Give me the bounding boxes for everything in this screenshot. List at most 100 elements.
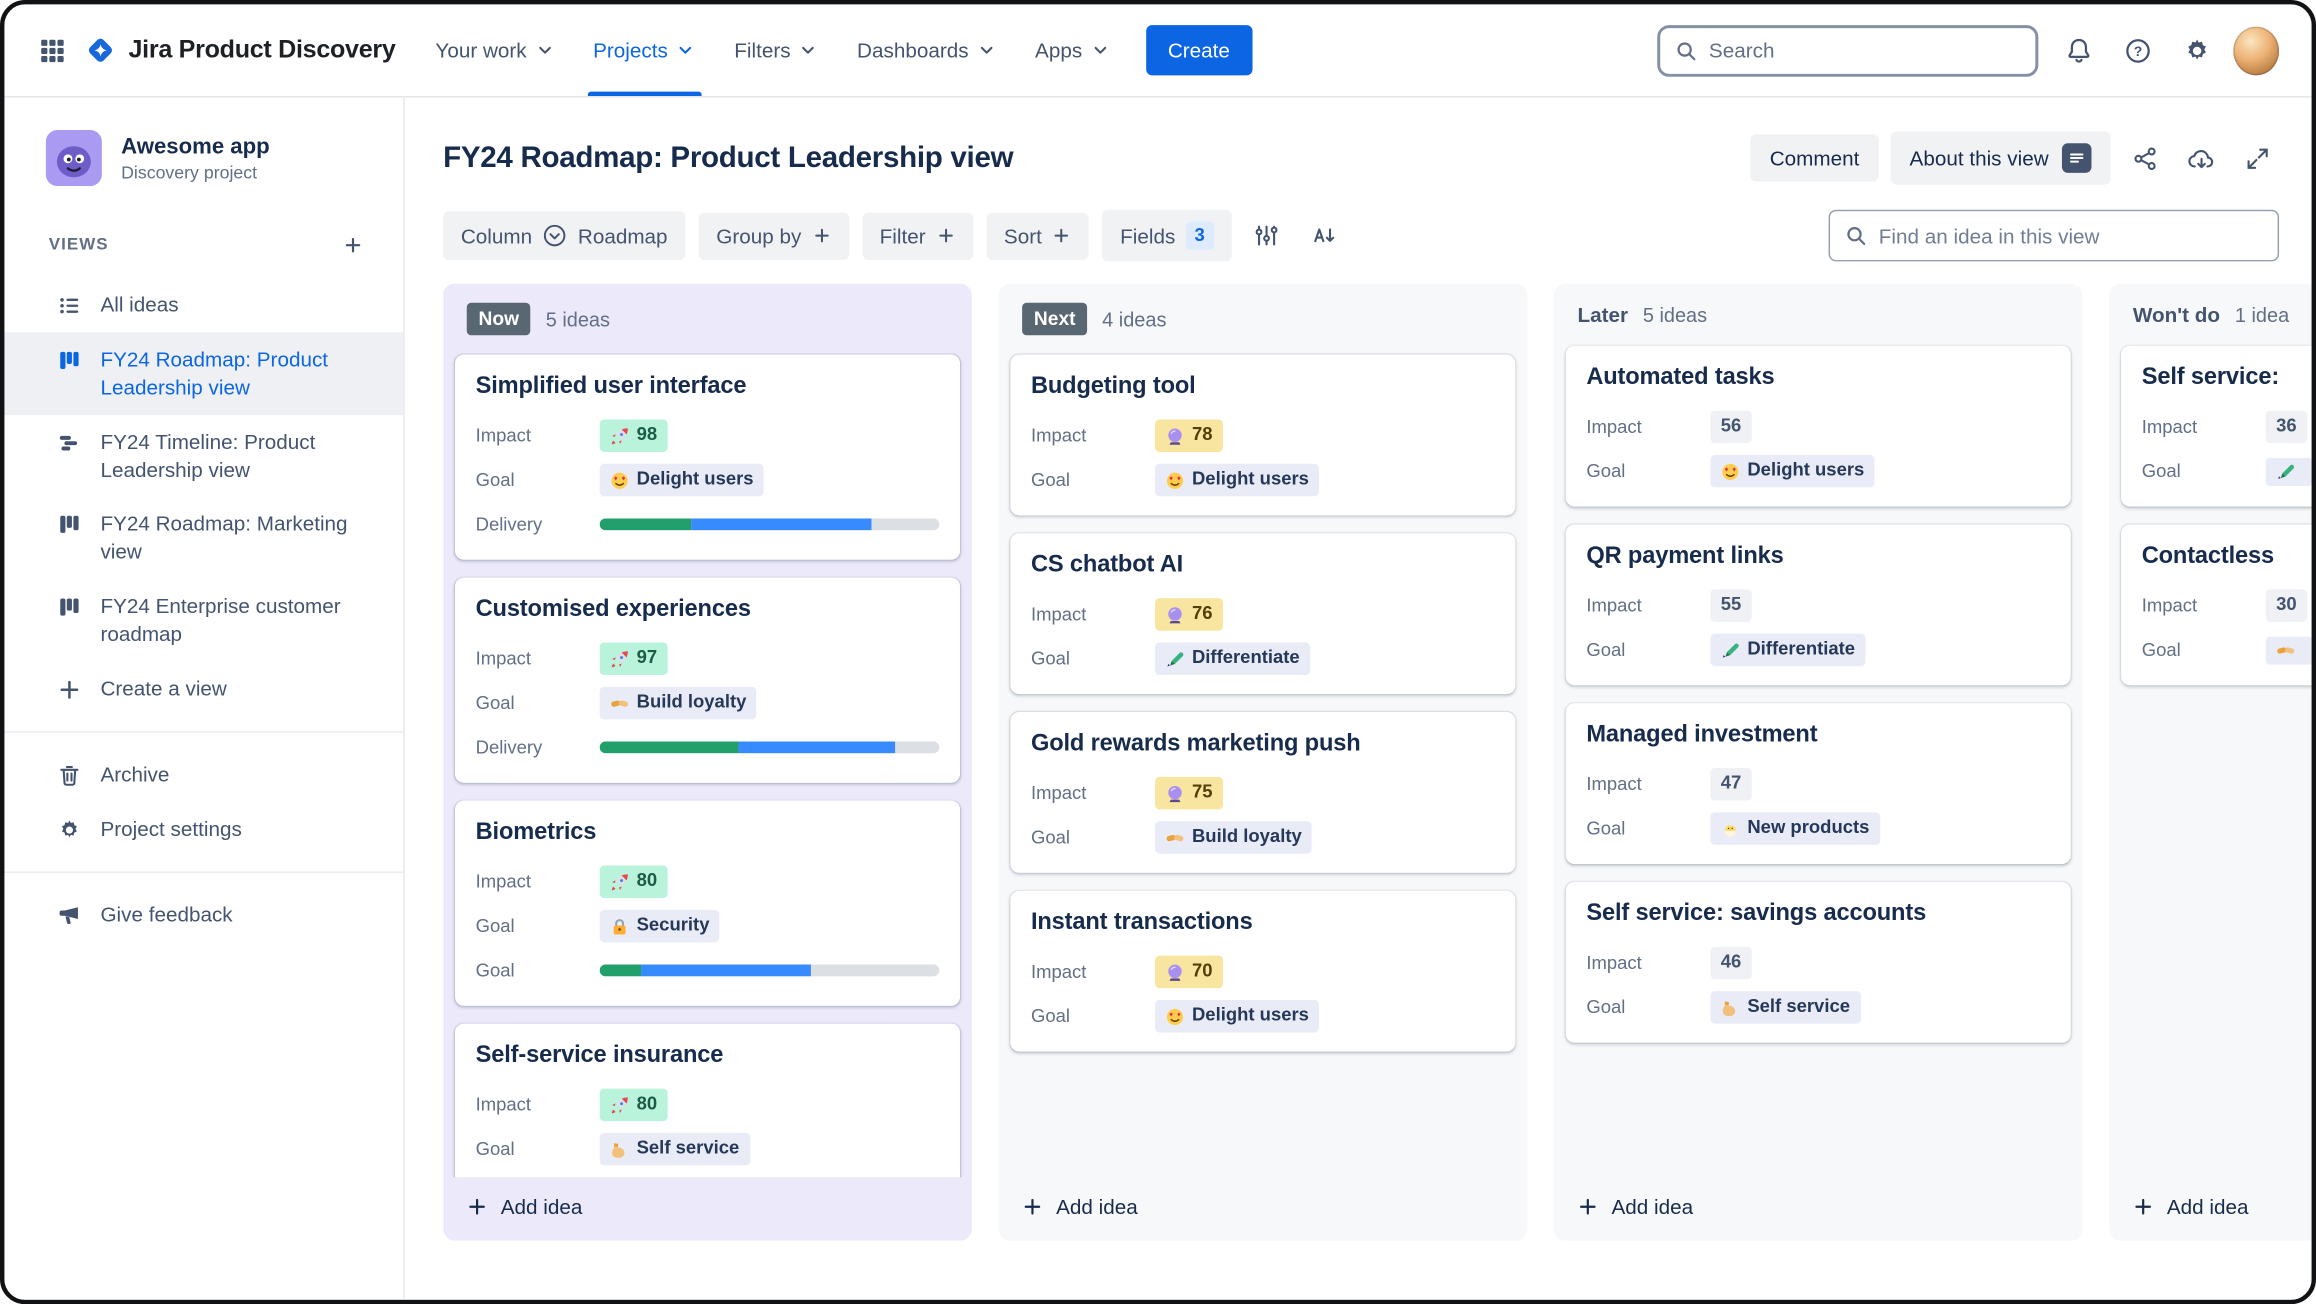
nav-your-work[interactable]: Your work bbox=[416, 4, 574, 96]
sidebar-item-give-feedback[interactable]: Give feedback bbox=[4, 887, 403, 941]
impact-badge[interactable]: 80 bbox=[599, 1089, 668, 1122]
sidebar-item-fy24-roadmap-marketing[interactable]: FY24 Roadmap: Marketing view bbox=[4, 497, 403, 579]
board-icon bbox=[60, 598, 79, 616]
impact-badge[interactable]: 97 bbox=[599, 643, 668, 676]
goal-badge[interactable]: Delight users bbox=[1710, 455, 1875, 488]
goal-badge[interactable]: Differentiate bbox=[1710, 633, 1866, 666]
nav-dashboards[interactable]: Dashbo​ards bbox=[838, 4, 1016, 96]
project-header[interactable]: Awesome app Discovery project bbox=[4, 124, 403, 192]
impact-badge[interactable]: 46 bbox=[1710, 947, 1752, 980]
find-idea-input[interactable] bbox=[1878, 223, 2263, 248]
fullscreen-button[interactable] bbox=[2235, 136, 2279, 180]
column-count: 4 ideas bbox=[1102, 308, 1167, 331]
global-search-input[interactable] bbox=[1708, 38, 2021, 63]
field-label: Impact bbox=[475, 1094, 532, 1116]
add-idea-button[interactable]: Add idea bbox=[2109, 1177, 2311, 1241]
find-idea-search[interactable] bbox=[1828, 209, 2280, 262]
goal-badge[interactable]: Build loyalty bbox=[599, 687, 757, 720]
impact-badge[interactable]: 30 bbox=[2265, 589, 2307, 622]
idea-card[interactable]: Customised experiences Impact 97 Goal Bu… bbox=[454, 577, 961, 784]
goal-badge[interactable]: Delight users bbox=[1155, 1000, 1320, 1033]
settings-button[interactable] bbox=[2174, 27, 2220, 73]
goal-badge[interactable]: Self service bbox=[1710, 991, 1861, 1024]
add-idea-button[interactable]: Add idea bbox=[1554, 1177, 2083, 1241]
nav-filters[interactable]: Filters bbox=[715, 4, 838, 96]
create-button[interactable]: Create bbox=[1145, 25, 1253, 76]
field-label: Delivery bbox=[475, 737, 543, 759]
top-navigation-bar: Jira Product Discovery Your work Project… bbox=[4, 4, 2312, 98]
nav-apps[interactable]: Apps bbox=[1016, 4, 1130, 96]
goal-badge[interactable]: Security bbox=[599, 910, 720, 943]
delivery-progress-bar bbox=[599, 964, 940, 977]
sidebar-item-fy24-enterprise-roadmap[interactable]: FY24 Enterprise customer roadmap bbox=[4, 579, 403, 661]
about-view-button[interactable]: About this view bbox=[1890, 131, 2111, 185]
impact-badge[interactable]: 80 bbox=[599, 866, 668, 899]
share-button[interactable] bbox=[2123, 136, 2167, 180]
impact-badge[interactable]: 36 bbox=[2265, 410, 2307, 443]
sidebar-item-project-settings[interactable]: Project settings bbox=[4, 802, 403, 856]
sidebar-item-all-ideas[interactable]: All ideas bbox=[4, 278, 403, 332]
filter-button[interactable]: Filter bbox=[861, 211, 973, 260]
impact-badge[interactable]: 55 bbox=[1710, 589, 1752, 622]
impact-badge[interactable]: 56 bbox=[1710, 410, 1752, 443]
project-name: Awesome app bbox=[121, 133, 270, 159]
impact-badge[interactable]: 47 bbox=[1710, 768, 1752, 801]
global-search[interactable] bbox=[1657, 24, 2039, 77]
impact-badge[interactable]: 75 bbox=[1155, 777, 1223, 810]
impact-badge[interactable]: 98 bbox=[599, 420, 668, 453]
impact-badge[interactable]: 78 bbox=[1155, 420, 1223, 453]
goal-badge[interactable]: Delight users bbox=[1155, 464, 1320, 497]
profile-button[interactable] bbox=[2233, 25, 2280, 75]
idea-card[interactable]: Managed investment Impact 47 Goal New pr… bbox=[1565, 703, 2071, 865]
goal-badge[interactable]: New products bbox=[1710, 812, 1880, 845]
notifications-button[interactable] bbox=[2056, 27, 2102, 73]
handshake-icon bbox=[2276, 640, 2295, 659]
fields-button[interactable]: Fields 3 bbox=[1102, 209, 1232, 262]
add-idea-button[interactable]: Add idea bbox=[443, 1177, 972, 1241]
idea-card[interactable]: CS chatbot AI Impact 76 Goal Differentia… bbox=[1010, 533, 1516, 695]
idea-card[interactable]: Self-service insurance Impact 80 Goal Se… bbox=[454, 1023, 961, 1178]
sort-alphabetical-button[interactable] bbox=[1302, 213, 1346, 257]
brand[interactable]: Jira Product Discovery bbox=[84, 34, 396, 66]
circle-chevron-icon bbox=[544, 224, 566, 247]
badge-text: Self service bbox=[636, 1137, 740, 1159]
sidebar-item-archive[interactable]: Archive bbox=[4, 747, 403, 801]
view-settings-button[interactable] bbox=[1245, 213, 1289, 257]
board-icon bbox=[60, 516, 79, 534]
impact-badge[interactable]: 70 bbox=[1155, 956, 1223, 989]
comment-button[interactable]: Comment bbox=[1750, 134, 1879, 182]
impact-badge[interactable]: 76 bbox=[1155, 598, 1223, 631]
group-by-button[interactable]: Group by bbox=[698, 211, 849, 260]
column-field-button[interactable]: Column Roadmap bbox=[443, 211, 686, 260]
add-idea-button[interactable]: Add idea bbox=[998, 1177, 1527, 1241]
goal-badge[interactable] bbox=[2265, 457, 2312, 486]
publish-button[interactable] bbox=[2179, 136, 2223, 180]
help-button[interactable]: ? bbox=[2115, 27, 2161, 73]
idea-card[interactable]: Instant transactions Impact 70 Goal Deli… bbox=[1010, 891, 1516, 1053]
goal-badge[interactable]: Self service bbox=[599, 1133, 750, 1166]
idea-card[interactable]: Self service: savings accounts Impact 46… bbox=[1565, 881, 2071, 1043]
card-field-row: Goal Delight users bbox=[1586, 449, 2050, 493]
add-view-button[interactable] bbox=[335, 227, 370, 262]
button-label: Fields bbox=[1120, 223, 1176, 248]
board-column-wont-do: Won't do 1 idea Self service: Impact 36 … bbox=[2109, 283, 2312, 1241]
sidebar-item-fy24-roadmap-product-leadership[interactable]: FY24 Roadmap: Product Leadership view bbox=[4, 332, 404, 415]
goal-badge[interactable]: Delight users bbox=[599, 464, 764, 497]
goal-badge[interactable]: Build loyalty bbox=[1155, 821, 1313, 854]
goal-badge[interactable] bbox=[2265, 635, 2312, 664]
sidebar-item-fy24-timeline-product-leadership[interactable]: FY24 Timeline: Product Leadership view bbox=[4, 415, 403, 497]
idea-card[interactable]: Simplified user interface Impact 98 Goal… bbox=[454, 354, 961, 561]
idea-card[interactable]: QR payment links Impact 55 Goal Differen… bbox=[1565, 524, 2071, 686]
idea-card[interactable]: Self service: Impact 36 Goal bbox=[2121, 345, 2312, 507]
sort-button[interactable]: Sort bbox=[986, 211, 1090, 260]
idea-card[interactable]: Contactless Impact 30 Goal bbox=[2121, 524, 2312, 686]
sidebar-item-create-view[interactable]: Create a view bbox=[4, 662, 403, 716]
idea-card[interactable]: Biometrics Impact 80 Goal Security Goal bbox=[454, 800, 961, 1007]
app-switcher-button[interactable] bbox=[28, 27, 75, 74]
idea-card[interactable]: Budgeting tool Impact 78 Goal Delight us… bbox=[1010, 354, 1516, 516]
idea-card[interactable]: Automated tasks Impact 56 Goal Delight u… bbox=[1565, 345, 2071, 507]
nav-label: Apps bbox=[1035, 38, 1083, 63]
goal-badge[interactable]: Differentiate bbox=[1155, 643, 1311, 676]
idea-card[interactable]: Gold rewards marketing push Impact 75 Go… bbox=[1010, 712, 1516, 874]
nav-projects[interactable]: Projects bbox=[574, 4, 715, 97]
